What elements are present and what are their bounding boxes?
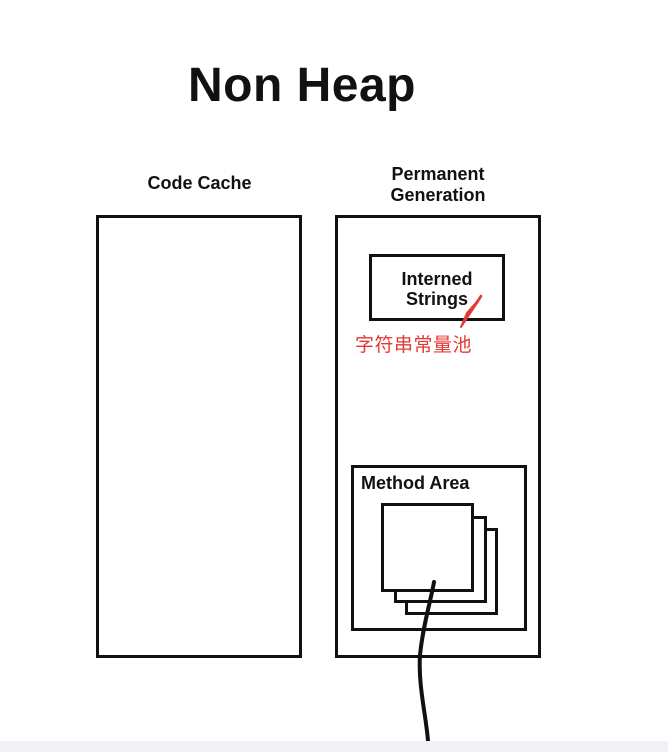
diagram-overlay bbox=[417, 294, 483, 743]
method-cable bbox=[417, 580, 436, 743]
annotation-arrow-shaft bbox=[462, 294, 483, 323]
bottom-bar bbox=[0, 741, 668, 752]
